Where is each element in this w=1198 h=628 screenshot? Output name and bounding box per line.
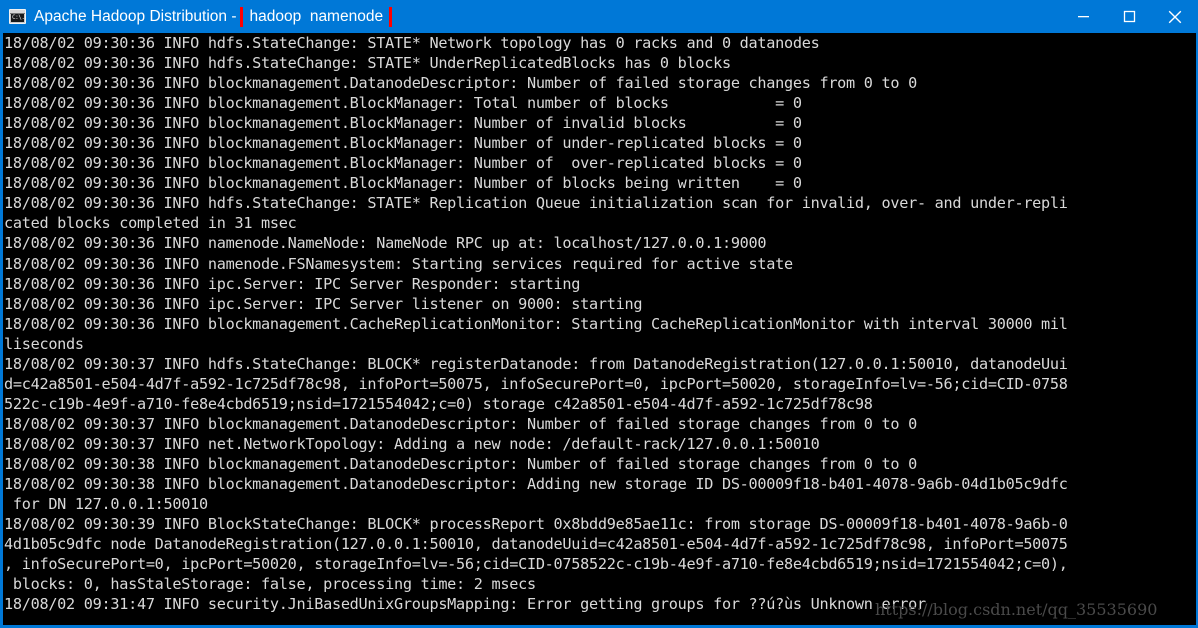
console-line: 18/08/02 09:30:36 INFO blockmanagement.B…: [4, 154, 802, 173]
console-line: 18/08/02 09:30:36 INFO hdfs.StateChange:…: [4, 194, 1068, 213]
console-line: 18/08/02 09:30:37 INFO blockmanagement.D…: [4, 414, 917, 433]
window-title: Apache Hadoop Distribution - hadoop name…: [34, 6, 393, 27]
console-line: d=c42a8501-e504-4d7f-a592-1c725df78c98, …: [4, 374, 1068, 393]
console-line: 18/08/02 09:30:36 INFO namenode.NameNode…: [4, 234, 767, 253]
console-window: C:\. Apache Hadoop Distribution - hadoop…: [0, 0, 1198, 628]
console-line: 18/08/02 09:30:36 INFO namenode.FSNamesy…: [4, 254, 793, 273]
console-line: 18/08/02 09:30:36 INFO blockmanagement.B…: [4, 134, 802, 153]
maximize-button[interactable]: [1106, 0, 1152, 33]
console-line: cated blocks completed in 31 msec: [4, 214, 297, 233]
console-line: 18/08/02 09:30:38 INFO blockmanagement.D…: [4, 475, 1068, 494]
console-line: , infoSecurePort=0, ipcPort=50020, stora…: [4, 555, 1068, 574]
console-line: 18/08/02 09:30:36 INFO blockmanagement.B…: [4, 94, 802, 113]
app-icon-screen: C:\.: [11, 14, 24, 22]
console-line: 18/08/02 09:30:36 INFO blockmanagement.B…: [4, 114, 802, 133]
window-controls: [1060, 0, 1196, 33]
window-title-command: hadoop namenode: [249, 7, 384, 25]
console-line: 18/08/02 09:30:36 INFO ipc.Server: IPC S…: [4, 274, 581, 293]
console-line: 18/08/02 09:30:36 INFO hdfs.StateChange:…: [4, 34, 820, 52]
title-bar[interactable]: C:\. Apache Hadoop Distribution - hadoop…: [3, 0, 1196, 33]
title-highlight-annotation: hadoop namenode: [240, 6, 393, 27]
console-line: liseconds: [4, 334, 84, 353]
console-line: blocks: 0, hasStaleStorage: false, proce…: [4, 575, 536, 594]
console-line: 18/08/02 09:30:37 INFO hdfs.StateChange:…: [4, 354, 1068, 373]
console-line: 18/08/02 09:30:36 INFO hdfs.StateChange:…: [4, 54, 731, 73]
console-line: 18/08/02 09:30:37 INFO net.NetworkTopolo…: [4, 434, 820, 453]
maximize-icon: [1123, 10, 1135, 23]
console-line: 18/08/02 09:30:36 INFO blockmanagement.B…: [4, 174, 802, 193]
minimize-icon: [1077, 16, 1089, 18]
window-title-prefix: Apache Hadoop Distribution -: [34, 7, 237, 25]
console-line: 18/08/02 09:30:38 INFO blockmanagement.D…: [4, 454, 917, 473]
console-line: 18/08/02 09:30:36 INFO blockmanagement.C…: [4, 314, 1068, 333]
console-output[interactable]: 18/08/02 09:30:36 INFO hdfs.StateChange:…: [3, 33, 1196, 625]
close-button[interactable]: [1152, 0, 1196, 33]
console-line: 18/08/02 09:30:36 INFO blockmanagement.D…: [4, 74, 917, 93]
console-line: 18/08/02 09:30:39 INFO BlockStateChange:…: [4, 515, 1068, 534]
console-line: 18/08/02 09:30:36 INFO ipc.Server: IPC S…: [4, 294, 643, 313]
console-app-icon: C:\.: [9, 9, 26, 24]
console-line: for DN 127.0.0.1:50010: [4, 495, 208, 514]
minimize-button[interactable]: [1060, 0, 1106, 33]
console-line: 4d1b05c9dfc node DatanodeRegistration(12…: [4, 535, 1068, 554]
close-icon: [1168, 10, 1182, 23]
console-line: 522c-c19b-4e9f-a710-fe8e4cbd6519;nsid=17…: [4, 394, 873, 413]
console-line: 18/08/02 09:31:47 INFO security.JniBased…: [4, 595, 926, 614]
